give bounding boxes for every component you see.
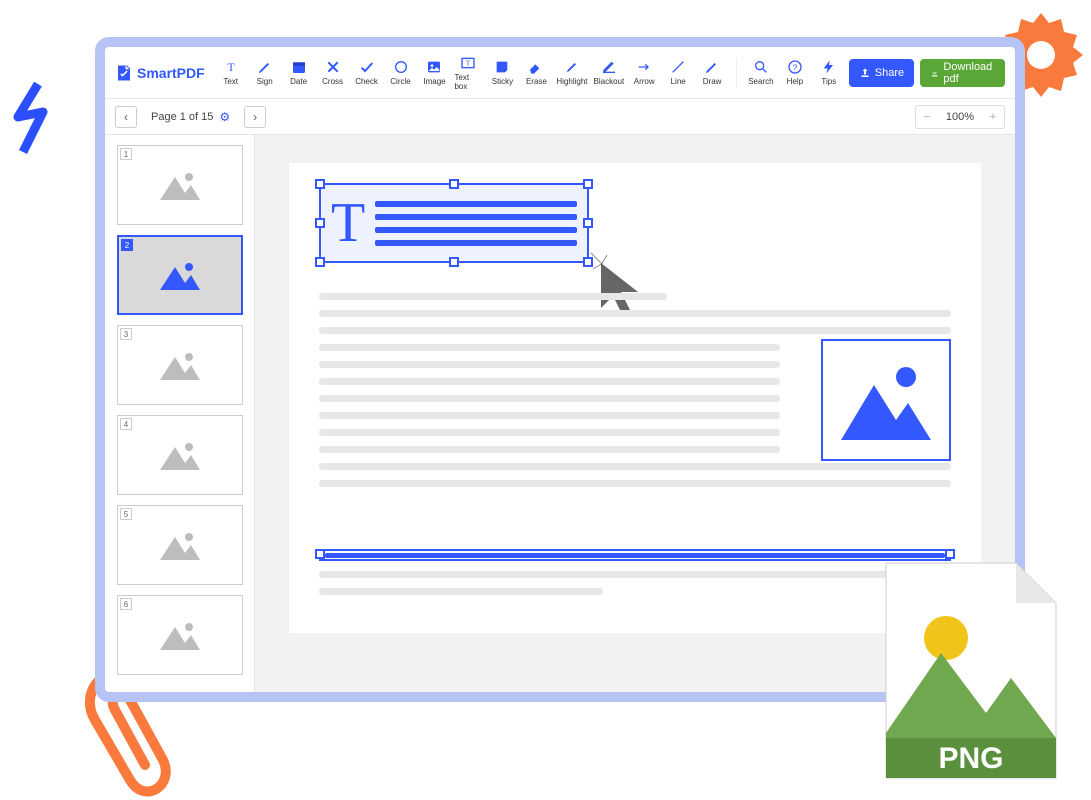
- tool-check[interactable]: Check: [353, 53, 381, 93]
- tool-draw[interactable]: Draw: [698, 53, 726, 93]
- tool-circle[interactable]: Circle: [387, 53, 415, 93]
- sub-toolbar: ‹ Page 1 of 15 ⚙ › − 100% +: [105, 99, 1015, 135]
- svg-text:?: ?: [792, 62, 797, 72]
- selected-line[interactable]: [319, 549, 951, 561]
- svg-text:T: T: [227, 60, 235, 74]
- tool-image[interactable]: Image: [421, 53, 449, 93]
- tool-sign[interactable]: Sign: [251, 53, 279, 93]
- main-toolbar: SmartPDF TText Sign Date Cross Check Cir…: [105, 47, 1015, 99]
- thumbnail-page-5[interactable]: 5: [117, 505, 243, 585]
- tool-tips[interactable]: Tips: [815, 53, 843, 93]
- tool-arrow[interactable]: Arrow: [630, 53, 658, 93]
- tool-textbox[interactable]: TText box: [454, 53, 482, 93]
- share-button[interactable]: Share: [849, 59, 914, 87]
- tool-erase[interactable]: Erase: [522, 53, 550, 93]
- prev-page-button[interactable]: ‹: [115, 106, 137, 128]
- tool-highlight[interactable]: Highlight: [556, 53, 587, 93]
- tool-date[interactable]: Date: [285, 53, 313, 93]
- tool-search[interactable]: Search: [747, 53, 775, 93]
- download-button[interactable]: Download pdf: [920, 59, 1005, 87]
- tool-cross[interactable]: Cross: [319, 53, 347, 93]
- tool-help[interactable]: ?Help: [781, 53, 809, 93]
- brand-name: SmartPDF: [137, 65, 205, 81]
- image-placeholder[interactable]: [821, 339, 951, 461]
- zoom-out-button[interactable]: −: [916, 106, 938, 128]
- svg-text:T: T: [466, 58, 471, 67]
- tool-line[interactable]: Line: [664, 53, 692, 93]
- zoom-control: − 100% +: [915, 105, 1005, 129]
- png-file-icon: PNG: [876, 558, 1066, 788]
- bolt-decoration: [8, 82, 58, 157]
- png-badge-text: PNG: [938, 742, 1003, 775]
- dropcap-icon: T: [331, 195, 365, 251]
- thumbnail-page-6[interactable]: 6: [117, 595, 243, 675]
- tool-blackout[interactable]: Blackout: [594, 53, 625, 93]
- brand-logo[interactable]: SmartPDF: [115, 64, 205, 82]
- tool-sticky[interactable]: Sticky: [488, 53, 516, 93]
- page-settings-icon[interactable]: ⚙: [219, 110, 230, 124]
- thumbnail-page-1[interactable]: 1: [117, 145, 243, 225]
- thumbnail-page-4[interactable]: 4: [117, 415, 243, 495]
- zoom-level: 100%: [938, 111, 982, 123]
- zoom-in-button[interactable]: +: [982, 106, 1004, 128]
- thumbnail-page-3[interactable]: 3: [117, 325, 243, 405]
- tool-text[interactable]: TText: [217, 53, 245, 93]
- next-page-button[interactable]: ›: [244, 106, 266, 128]
- page-indicator: Page 1 of 15: [151, 111, 213, 123]
- thumbnail-page-2[interactable]: 2: [117, 235, 243, 315]
- selected-text-block[interactable]: T: [319, 183, 589, 263]
- thumbnail-panel: 1 2 3 4 5 6: [105, 135, 255, 692]
